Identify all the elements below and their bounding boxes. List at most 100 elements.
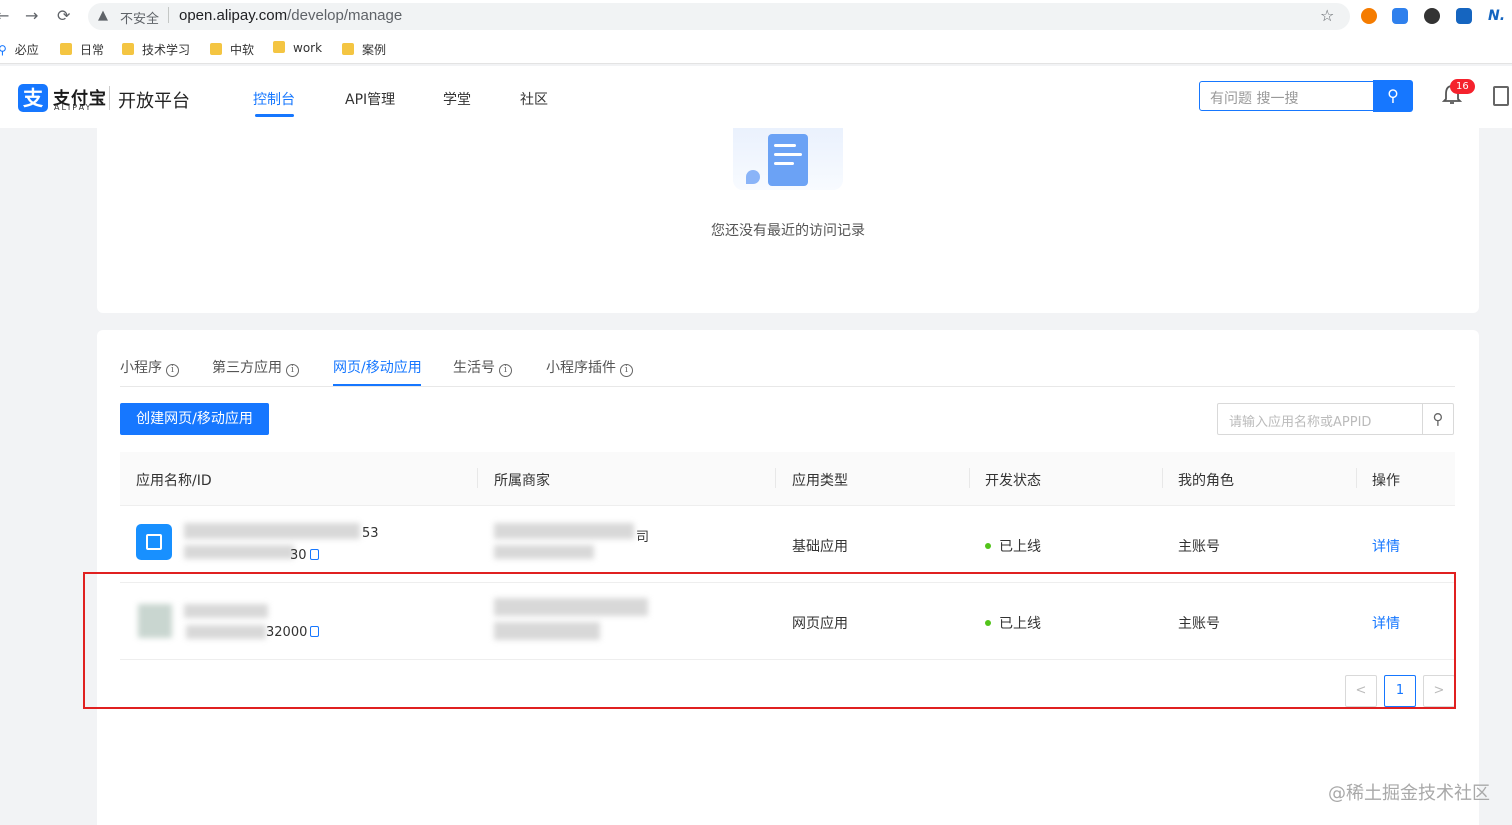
tab-label: 第三方应用 [212, 360, 282, 376]
column-divider [477, 468, 478, 488]
column-header-app-type: 应用类型 [792, 473, 848, 489]
bookmark-folder-tech[interactable]: 技术学习 [122, 41, 190, 58]
column-header-dev-status: 开发状态 [985, 473, 1041, 489]
tab-mini-program[interactable]: 小程序 i [120, 357, 179, 377]
forward-icon[interactable]: → [25, 6, 38, 25]
tab-label: 小程序插件 [546, 360, 616, 376]
tab-web-mobile[interactable]: 网页/移动应用 [333, 357, 422, 377]
document-icon[interactable] [1493, 86, 1509, 106]
folder-icon [342, 43, 354, 55]
nav-api-management[interactable]: API管理 [345, 89, 395, 109]
bookmark-bing[interactable]: ⚲ 必应 [0, 41, 39, 58]
info-icon[interactable]: i [499, 364, 512, 377]
url-path: /develop/manage [287, 7, 403, 24]
folder-icon [210, 43, 222, 55]
bookmark-folder-daily[interactable]: 日常 [60, 41, 104, 58]
redacted-merchant [494, 523, 634, 539]
column-header-actions: 操作 [1372, 473, 1400, 489]
column-divider [1356, 468, 1357, 488]
search-icon: ⚲ [1387, 86, 1399, 105]
app-icon-glyph [146, 534, 162, 550]
url-divider [168, 7, 169, 23]
info-icon[interactable]: i [286, 364, 299, 377]
column-header-my-role: 我的角色 [1178, 473, 1234, 489]
column-divider [775, 468, 776, 488]
extension-icon-1[interactable] [1361, 8, 1377, 24]
url-host: open.alipay.com [179, 7, 288, 24]
bookmark-label: 中软 [230, 43, 255, 57]
nav-console[interactable]: 控制台 [253, 89, 295, 109]
bookmark-label: 日常 [80, 43, 105, 57]
extension-icon-2[interactable] [1392, 8, 1408, 24]
save-extension-icon[interactable] [1456, 8, 1472, 24]
folder-icon [273, 41, 285, 53]
tab-third-party[interactable]: 第三方应用 i [212, 357, 299, 377]
evernote-icon[interactable] [1424, 8, 1440, 24]
url-text[interactable]: open.alipay.com/develop/manage [179, 7, 402, 24]
folder-icon [60, 43, 72, 55]
logo-subtext: ALIPAY [54, 103, 93, 112]
warning-icon[interactable]: ▲ [98, 8, 108, 23]
bookmark-star-icon[interactable]: ☆ [1320, 6, 1334, 25]
bookmark-folder-work[interactable]: work [273, 41, 322, 55]
details-link[interactable]: 详情 [1372, 536, 1400, 556]
watermark: @稀土掘金技术社区 [1328, 783, 1490, 804]
platform-title[interactable]: 开放平台 [118, 87, 190, 113]
notion-extension-icon[interactable]: N. [1488, 8, 1505, 24]
column-divider [1162, 468, 1163, 488]
tab-label: 小程序 [120, 360, 162, 376]
create-app-button[interactable]: 创建网页/移动应用 [120, 403, 269, 435]
row-divider [120, 505, 1455, 506]
doc-line [774, 153, 802, 156]
tab-active-indicator [333, 384, 421, 386]
empty-document-icon [768, 134, 808, 186]
redacted-app-name [184, 523, 360, 539]
tab-mini-program-plugin[interactable]: 小程序插件 i [546, 357, 633, 377]
tab-life-account[interactable]: 生活号 i [453, 357, 512, 377]
notification-badge: 16 [1450, 79, 1475, 94]
status-text: 已上线 [999, 539, 1041, 555]
bookmark-folder-cases[interactable]: 案例 [342, 41, 386, 58]
logo-divider [109, 86, 110, 110]
alipay-logo-icon[interactable]: 支 [18, 84, 48, 112]
bookmark-folder-chinasoft[interactable]: 中软 [210, 41, 254, 58]
app-search-placeholder: 请输入应用名称或APPID [1229, 415, 1372, 430]
status-badge: 已上线 [985, 536, 1041, 556]
info-icon[interactable]: i [166, 364, 179, 377]
nav-academy[interactable]: 学堂 [443, 89, 471, 109]
search-icon: ⚲ [0, 43, 7, 57]
bookmarks-bar: ⚲ 必应 日常 技术学习 中软 work 案例 [0, 34, 1512, 64]
app-type: 基础应用 [792, 539, 848, 555]
highlight-box [83, 572, 1456, 709]
status-dot-icon [985, 543, 991, 549]
empty-drop-icon [746, 170, 760, 184]
app-search-button[interactable]: ⚲ [1422, 403, 1454, 435]
redacted-merchant-id [494, 545, 594, 559]
column-divider [969, 468, 970, 488]
doc-line [774, 144, 796, 147]
folder-icon [122, 43, 134, 55]
insecure-label[interactable]: 不安全 [120, 8, 159, 27]
column-header-merchant: 所属商家 [494, 473, 550, 489]
nav-active-indicator [255, 114, 294, 117]
search-icon: ⚲ [1432, 410, 1444, 428]
doc-line [774, 162, 794, 165]
back-icon[interactable]: ← [0, 6, 9, 25]
column-header-app-name: 应用名称/ID [136, 473, 212, 489]
header-search-placeholder: 有问题 搜一搜 [1210, 91, 1299, 107]
merchant-fragment: 司 [636, 530, 650, 545]
tabs-divider [120, 386, 1455, 387]
bookmark-label: 必应 [14, 43, 39, 57]
app-id-fragment: 53 [362, 526, 379, 541]
tab-label: 生活号 [453, 360, 495, 376]
bookmark-label: 案例 [362, 43, 387, 57]
nav-community[interactable]: 社区 [520, 89, 548, 109]
my-role: 主账号 [1178, 539, 1220, 555]
bookmark-label: work [293, 41, 323, 55]
reload-icon[interactable]: ⟳ [57, 6, 70, 25]
header-search-button[interactable]: ⚲ [1373, 80, 1413, 112]
empty-recent-text: 您还没有最近的访问记录 [711, 223, 865, 239]
info-icon[interactable]: i [620, 364, 633, 377]
copy-icon[interactable] [309, 549, 319, 560]
bookmark-label: 技术学习 [142, 43, 191, 57]
